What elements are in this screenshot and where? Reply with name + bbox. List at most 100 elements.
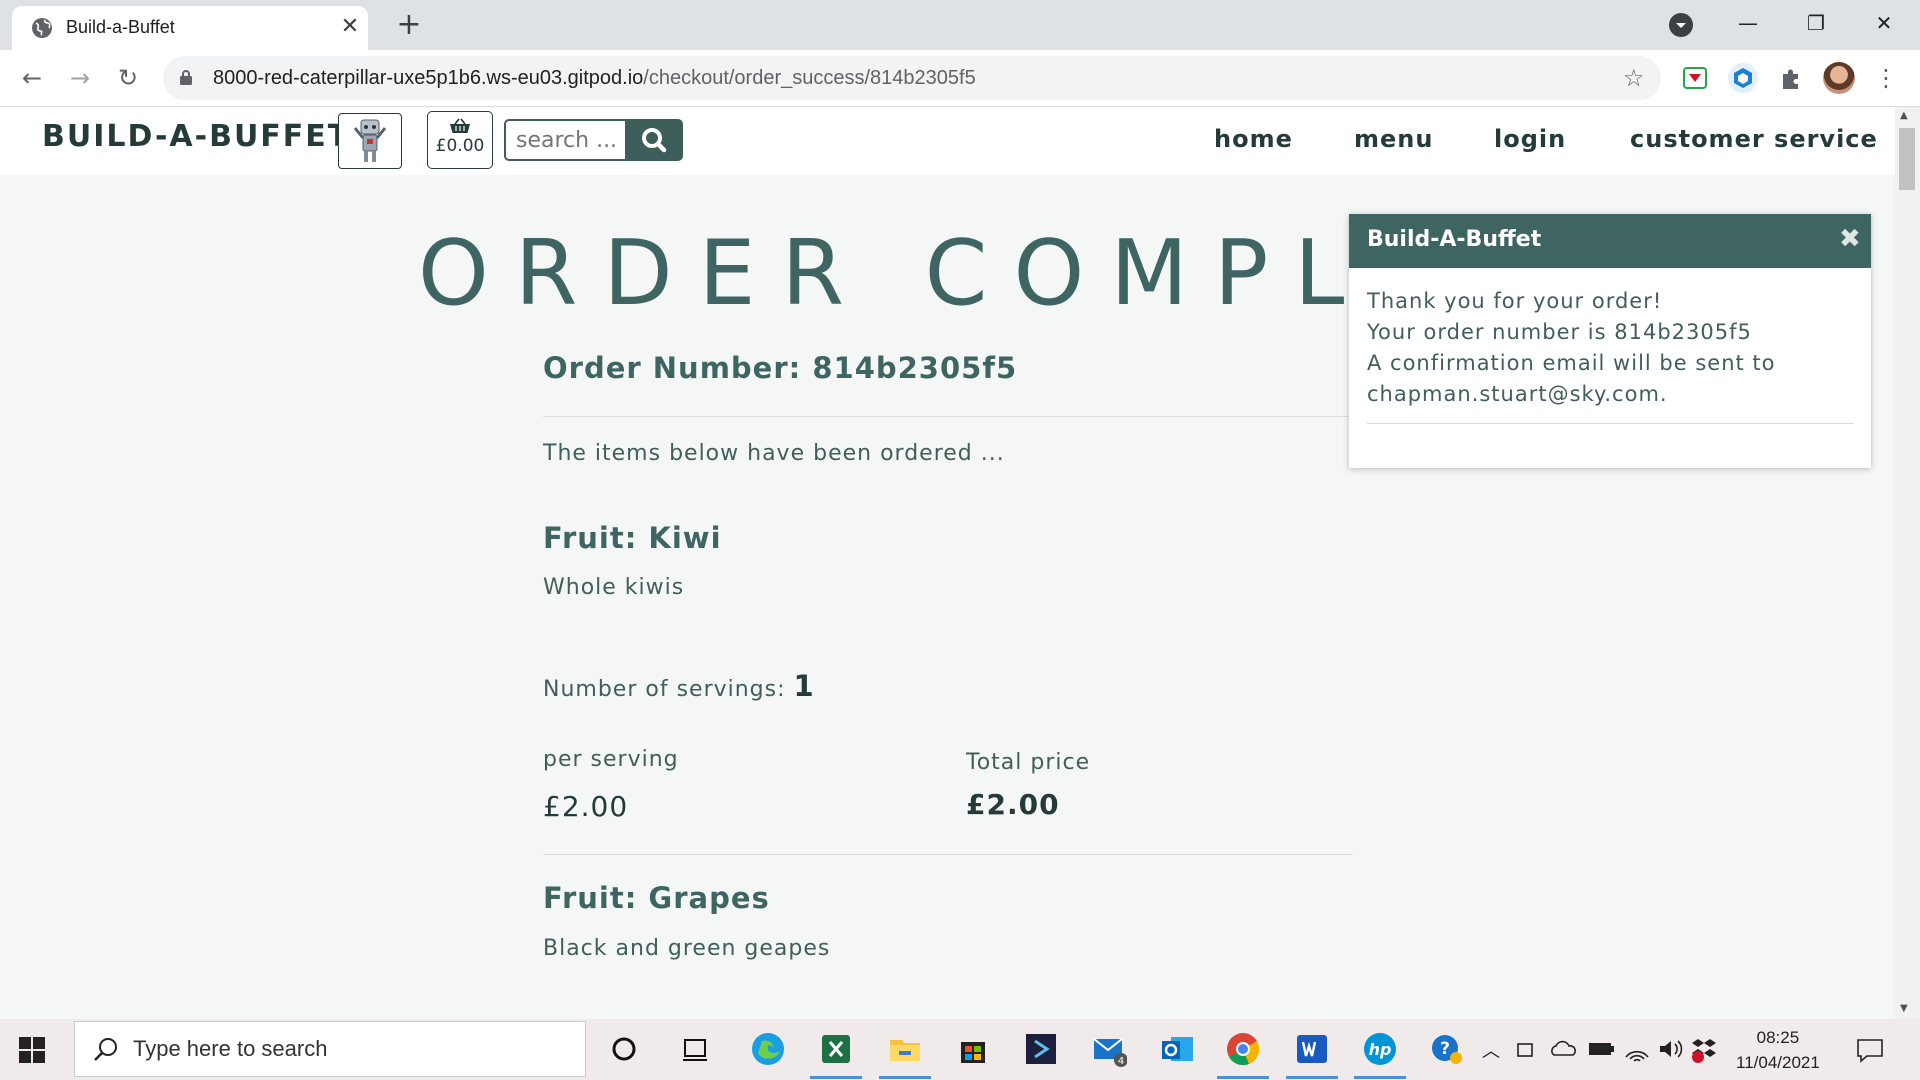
back-button[interactable]: ← <box>14 60 50 96</box>
extension-save-icon[interactable] <box>1679 62 1711 94</box>
mail-badge: 4 <box>1118 1056 1124 1067</box>
cortana-icon[interactable] <box>606 1031 642 1067</box>
active-indicator <box>810 1076 862 1079</box>
item-name: Fruit: Kiwi <box>543 521 722 555</box>
basket-icon <box>450 118 470 133</box>
new-tab-button[interactable]: + <box>392 8 426 42</box>
per-serving-price: £2.00 <box>543 790 629 823</box>
system-clock[interactable]: 08:25 11/04/2021 <box>1736 1025 1820 1075</box>
divider <box>543 416 1353 417</box>
file-explorer-icon[interactable] <box>887 1031 923 1067</box>
toast-message: Thank you for your order! Your order num… <box>1367 286 1776 410</box>
outlook-icon[interactable] <box>1159 1031 1195 1067</box>
reload-button[interactable]: ↻ <box>110 60 146 96</box>
item-name: Fruit: Grapes <box>543 881 770 915</box>
page-scrollbar[interactable] <box>1895 107 1920 1019</box>
total-price-label: Total price <box>966 750 1091 775</box>
bookmark-star-icon[interactable]: ☆ <box>1623 64 1645 92</box>
account-robot-button[interactable] <box>338 113 402 169</box>
wifi-icon[interactable] <box>1622 1031 1652 1067</box>
store-icon[interactable] <box>955 1031 991 1067</box>
minimize-button[interactable]: — <box>1720 6 1776 40</box>
nav-menu[interactable]: menu <box>1354 125 1433 153</box>
toast-divider <box>1367 423 1853 424</box>
tab-title: Build-a-Buffet <box>66 17 175 37</box>
visual-studio-icon[interactable] <box>1023 1031 1059 1067</box>
browser-menu-icon[interactable]: ⋮ <box>1874 62 1898 94</box>
servings-label: Number of servings: <box>543 677 786 702</box>
url-text: 8000-red-caterpillar-uxe5p1b6.ws-eu03.gi… <box>213 67 976 90</box>
browser-toolbar: ← → ↻ 8000-red-caterpillar-uxe5p1b6.ws-e… <box>0 50 1920 107</box>
basket-total: £0.00 <box>435 136 485 156</box>
toast-line: Your order number is 814b2305f5 <box>1367 320 1752 344</box>
toast-line: chapman.stuart@sky.com. <box>1367 382 1668 406</box>
per-serving-label: per serving <box>543 747 679 772</box>
mail-icon[interactable]: 4 <box>1091 1031 1127 1067</box>
help-icon[interactable]: ? <box>1430 1031 1464 1067</box>
windows-start-icon[interactable] <box>18 1036 46 1064</box>
scroll-down-icon[interactable]: ▼ <box>1900 1003 1908 1014</box>
product-search-input[interactable] <box>504 119 626 161</box>
restore-button[interactable]: ❐ <box>1788 6 1844 40</box>
onedrive-icon[interactable] <box>1549 1031 1579 1067</box>
item-description: Black and green geapes <box>543 936 831 961</box>
search-submit-button[interactable] <box>625 119 683 161</box>
toast-close-icon[interactable]: ✖ <box>1839 224 1861 254</box>
site-header: BUILD-A-BUFFET £0.00 search ... home men… <box>0 107 1895 175</box>
order-intro-text: The items below have been ordered ... <box>543 441 1005 466</box>
url-host: 8000-red-caterpillar-uxe5p1b6.ws-eu03.gi… <box>213 67 644 89</box>
forward-button[interactable]: → <box>62 60 98 96</box>
windows-taskbar: Type here to search 4 hp ? ︿ 08:25 11/04… <box>0 1019 1920 1080</box>
tab-close-icon[interactable]: ✕ <box>337 14 363 40</box>
site-brand[interactable]: BUILD-A-BUFFET <box>42 119 350 154</box>
nav-home[interactable]: home <box>1214 125 1293 153</box>
active-indicator <box>879 1076 931 1079</box>
page-viewport: BUILD-A-BUFFET £0.00 search ... home men… <box>0 107 1895 1019</box>
edge-icon[interactable] <box>750 1031 786 1067</box>
nav-customer-service[interactable]: customer service <box>1630 125 1878 153</box>
toast-title: Build-A-Buffet <box>1367 227 1542 252</box>
taskbar-search-box[interactable]: Type here to search <box>74 1021 586 1077</box>
order-number: Order Number: 814b2305f5 <box>543 351 1018 385</box>
order-toast: Build-A-Buffet ✖ Thank you for your orde… <box>1349 214 1871 468</box>
task-view-icon[interactable] <box>677 1031 713 1067</box>
meet-now-icon[interactable] <box>1515 1031 1537 1067</box>
hp-icon[interactable]: hp <box>1362 1031 1398 1067</box>
toast-line: Thank you for your order! <box>1367 289 1663 313</box>
globe-icon <box>32 18 52 38</box>
scrollbar-thumb[interactable] <box>1899 128 1915 190</box>
tab-search-icon[interactable] <box>1668 12 1694 38</box>
svg-text:?: ? <box>1440 1039 1450 1059</box>
active-indicator <box>1354 1076 1406 1079</box>
profile-avatar[interactable] <box>1823 62 1855 94</box>
search-icon <box>94 1038 117 1061</box>
basket-button[interactable]: £0.00 <box>427 111 493 169</box>
close-window-button[interactable]: ✕ <box>1856 6 1912 40</box>
robot-icon <box>353 119 387 162</box>
chrome-icon[interactable] <box>1225 1031 1261 1067</box>
dropbox-icon[interactable] <box>1690 1031 1724 1067</box>
browser-tab-bar: Build-a-Buffet ✕ + — ❐ ✕ <box>0 0 1920 50</box>
extension-shield-icon[interactable] <box>1727 62 1759 94</box>
notifications-icon[interactable] <box>1853 1031 1887 1067</box>
item-servings: Number of servings: 1 <box>543 669 815 703</box>
address-bar[interactable]: 8000-red-caterpillar-uxe5p1b6.ws-eu03.gi… <box>163 56 1661 100</box>
clock-date: 11/04/2021 <box>1736 1053 1820 1072</box>
show-hidden-icons[interactable]: ︿ <box>1482 1037 1500 1063</box>
browser-tab[interactable]: Build-a-Buffet ✕ <box>12 6 368 50</box>
excel-icon[interactable] <box>818 1031 854 1067</box>
volume-icon[interactable] <box>1656 1031 1686 1067</box>
word-icon[interactable] <box>1294 1031 1330 1067</box>
extensions-puzzle-icon[interactable] <box>1775 62 1807 94</box>
servings-count: 1 <box>793 669 815 703</box>
nav-login[interactable]: login <box>1494 125 1566 153</box>
search-icon <box>642 128 667 153</box>
item-description: Whole kiwis <box>543 575 685 600</box>
clock-time: 08:25 <box>1756 1028 1800 1047</box>
svg-text:hp: hp <box>1369 1040 1392 1059</box>
toast-header: Build-A-Buffet ✖ <box>1349 214 1871 268</box>
active-indicator <box>1286 1076 1338 1079</box>
battery-icon[interactable] <box>1586 1031 1616 1067</box>
toast-line: A confirmation email will be sent to <box>1367 351 1776 375</box>
scroll-up-icon[interactable]: ▲ <box>1900 110 1908 121</box>
